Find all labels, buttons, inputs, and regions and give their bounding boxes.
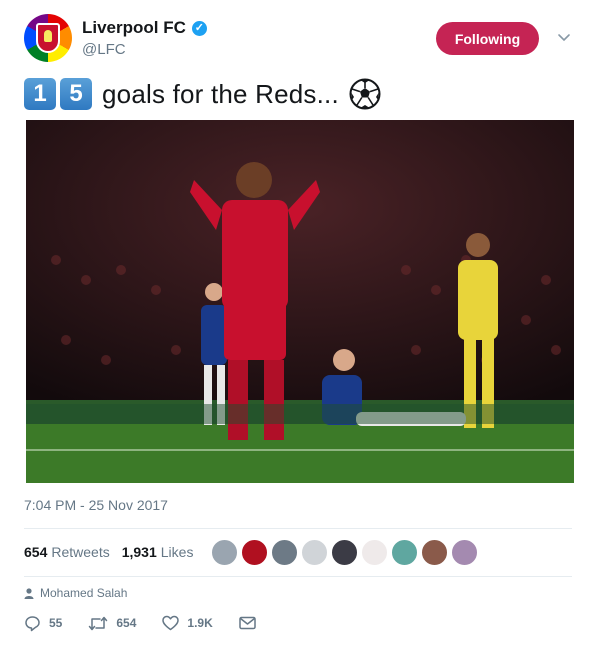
retweet-count: 654 [116,616,137,630]
liker-avatar[interactable] [451,539,478,566]
like-button[interactable]: 1.9K [162,615,213,631]
following-button[interactable]: Following [436,22,539,55]
reply-button[interactable]: 55 [24,615,62,632]
likes-count[interactable]: 1,931 [122,544,157,560]
likes-label[interactable]: Likes [161,544,194,560]
soccer-ball-icon [349,78,381,110]
name-line: Liverpool FC ✓ [82,18,207,38]
keycap-digit: 1 [24,78,56,110]
tweet-body: goals for the Reds... [102,78,339,109]
liker-avatar[interactable] [421,539,448,566]
tweet-photo[interactable] [26,120,574,483]
tweet-text: 1 5 goals for the Reds... [24,74,381,114]
tweet-actions: 55 654 1.9K [24,612,282,634]
liker-avatar[interactable] [271,539,298,566]
avatar[interactable] [24,14,72,62]
tweet-timestamp[interactable]: 7:04 PM - 25 Nov 2017 [24,497,168,513]
reply-icon [25,615,40,631]
person-icon [24,587,34,599]
liker-avatar[interactable] [331,539,358,566]
liker-avatar[interactable] [361,539,388,566]
tweet-header: Liverpool FC ✓ @LFC Following [24,14,580,70]
tagged-person-name[interactable]: Mohamed Salah [40,586,127,600]
divider [24,576,572,577]
keycap-digit: 5 [60,78,92,110]
chevron-down-icon[interactable] [556,29,572,45]
engagement-stats: 654 Retweets 1,931 Likes [24,540,205,564]
envelope-icon [239,616,256,630]
divider [24,528,572,529]
verified-badge-icon: ✓ [191,20,207,36]
liker-avatar[interactable] [391,539,418,566]
retweet-icon [89,616,108,630]
match-photo-illustration [26,120,574,483]
reply-count: 55 [49,616,63,630]
tagged-people[interactable]: Mohamed Salah [24,586,127,600]
liker-avatar[interactable] [241,539,268,566]
liker-avatar[interactable] [301,539,328,566]
liker-avatar[interactable] [211,539,238,566]
direct-message-button[interactable] [239,616,256,630]
retweet-button[interactable]: 654 [88,616,136,631]
like-count: 1.9K [187,616,213,630]
lfc-crest-icon [36,23,60,53]
display-name[interactable]: Liverpool FC [82,18,186,38]
retweets-count[interactable]: 654 [24,544,47,560]
liker-avatars [211,539,478,566]
retweets-label[interactable]: Retweets [51,544,109,560]
heart-icon [162,615,180,631]
user-handle[interactable]: @LFC [82,41,126,58]
